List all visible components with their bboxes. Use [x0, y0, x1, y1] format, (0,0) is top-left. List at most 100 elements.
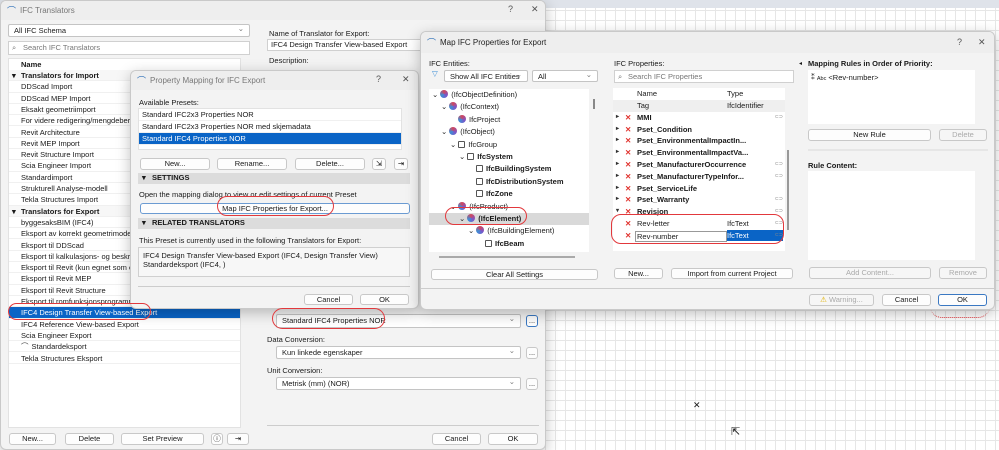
preset-item[interactable]: Standard IFC2x3 Properties NOR med skjem…	[139, 121, 401, 133]
close-button[interactable]: ✕	[402, 74, 410, 85]
delete-mark-icon[interactable]: ✕	[625, 159, 631, 170]
help-button[interactable]: ?	[376, 74, 381, 84]
expand-arrow-icon[interactable]: ▸	[616, 124, 619, 135]
delete-mark-icon[interactable]: ✕	[625, 183, 631, 194]
property-mapping-more-button[interactable]: ...	[526, 315, 538, 327]
translator-list-item[interactable]: Scia Engineer Export	[9, 330, 240, 342]
expand-arrow-icon[interactable]: ▸	[616, 183, 619, 194]
related-translators-header[interactable]: RELATED TRANSLATORS	[138, 218, 410, 229]
delete-translator-button[interactable]: Delete	[65, 433, 114, 445]
data-conversion-select[interactable]: Kun linkede egenskaper	[276, 346, 521, 359]
new-rule-button[interactable]: New Rule	[808, 129, 931, 141]
properties-table[interactable]: Name Type Tag IfcIdentifier ▸ ✕ MMI ⊂⊃ ▸ ✕ Pset_…	[613, 88, 785, 251]
delete-mark-icon[interactable]: ✕	[625, 206, 631, 217]
translator-list-item[interactable]: IFC4 Reference View-based Export	[9, 319, 240, 330]
properties-scrollbar[interactable]	[787, 150, 789, 230]
info-icon[interactable]: ⓘ	[211, 433, 223, 445]
ok-button[interactable]: OK	[360, 294, 409, 305]
column-header-name[interactable]: Name	[21, 60, 41, 69]
delete-mark-icon[interactable]: ✕	[625, 218, 631, 229]
expand-arrow-icon[interactable]: ▸	[616, 171, 619, 182]
property-row[interactable]: ✕ Rev-number IfcText ⊂⊃	[613, 229, 785, 242]
data-conversion-more-button[interactable]: ...	[526, 347, 538, 359]
chevron-down-icon[interactable]: ⌄	[468, 226, 474, 235]
cancel-button[interactable]: Cancel	[432, 433, 481, 445]
property-row[interactable]: ▸ ✕ Pset_Condition	[613, 124, 785, 136]
expand-arrow-icon[interactable]: ▸	[616, 112, 619, 123]
delete-mark-icon[interactable]: ✕	[625, 135, 631, 146]
property-row[interactable]: Tag IfcIdentifier	[613, 100, 785, 112]
ok-button[interactable]: OK	[938, 294, 987, 306]
entity-scope-select[interactable]: All	[532, 70, 598, 82]
cancel-button[interactable]: Cancel	[882, 294, 931, 306]
collapse-arrow-icon[interactable]: ▾	[616, 206, 619, 217]
tree-node[interactable]: ⌄ (IfcObjectDefinition)	[429, 89, 517, 101]
delete-mark-icon[interactable]: ✕	[625, 194, 631, 205]
delete-mark-icon[interactable]: ✕	[625, 171, 631, 182]
map-ifc-properties-button[interactable]: Map IFC Properties for Export...	[140, 203, 410, 214]
collapse-arrow-icon[interactable]: ◂	[799, 60, 802, 67]
chevron-down-icon[interactable]: ⌄	[459, 152, 465, 161]
export-preset-icon[interactable]: ⇥	[394, 158, 408, 170]
new-property-button[interactable]: New...	[614, 268, 663, 279]
tree-scrollbar[interactable]	[593, 99, 595, 109]
delete-mark-icon[interactable]: ✕	[625, 230, 631, 241]
tree-node[interactable]: IfcZone	[429, 188, 513, 200]
schema-select[interactable]: All IFC Schema	[8, 24, 250, 37]
chevron-down-icon[interactable]: ⌄	[432, 90, 438, 99]
property-row[interactable]: ✕ Rev-letter IfcText ⊂⊃	[613, 218, 785, 230]
rule-content-box[interactable]	[808, 171, 975, 260]
chevron-down-icon[interactable]: ⌄	[441, 127, 447, 136]
translator-list-item[interactable]: ⌒ Standardeksport	[9, 341, 240, 353]
expand-arrow-icon[interactable]: ▸	[616, 194, 619, 205]
new-preset-button[interactable]: New...	[140, 158, 210, 170]
expand-arrow-icon[interactable]: ▸	[616, 147, 619, 158]
property-row[interactable]: ▸ ✕ MMI ⊂⊃	[613, 112, 785, 124]
property-row[interactable]: ▾ ✕ Revisjon ⊂⊃	[613, 206, 785, 218]
tree-node[interactable]: ⌄ (IfcContext)	[429, 101, 499, 113]
property-mapping-select[interactable]: Standard IFC4 Properties NOR	[276, 314, 521, 328]
ok-button[interactable]: OK	[488, 433, 538, 445]
entity-tree[interactable]: ⌄ (IfcObjectDefinition) ⌄ (IfcContext) IfcPr…	[429, 89, 589, 252]
preset-list[interactable]: Standard IFC2x3 Properties NOR Standard I…	[138, 108, 402, 150]
expand-arrow-icon[interactable]: ▸	[616, 135, 619, 146]
close-button[interactable]: ✕	[978, 37, 986, 48]
tree-hscrollbar[interactable]	[439, 256, 575, 258]
mapping-rules-list[interactable]: ⁑ Abc <Rev-number>	[808, 70, 975, 124]
tree-node[interactable]: IfcDistributionSystem	[429, 176, 564, 188]
help-button[interactable]: ?	[957, 37, 962, 47]
settings-section-header[interactable]: SETTINGS	[138, 173, 410, 184]
import-from-project-button[interactable]: Import from current Project	[671, 268, 793, 279]
column-header-type[interactable]: Type	[727, 89, 743, 98]
unit-conversion-more-button[interactable]: ...	[526, 378, 538, 390]
property-row[interactable]: ▸ ✕ Pset_ManufacturerOccurrence ⊂⊃	[613, 159, 785, 171]
tree-node[interactable]: ⌄ (IfcObject)	[429, 126, 495, 138]
property-row[interactable]: ▸ ✕ Pset_EnvironmentalImpactIn...	[613, 135, 785, 147]
chevron-down-icon[interactable]: ⌄	[441, 102, 447, 111]
tree-node[interactable]: IfcBeam	[429, 238, 524, 250]
property-row[interactable]: ▸ ✕ Pset_EnvironmentalImpactVa...	[613, 147, 785, 159]
delete-mark-icon[interactable]: ✕	[625, 112, 631, 123]
rename-preset-button[interactable]: Rename...	[217, 158, 287, 170]
property-row[interactable]: ▸ ✕ Pset_ServiceLife	[613, 183, 785, 195]
delete-mark-icon[interactable]: ✕	[625, 124, 631, 135]
import-preset-icon[interactable]: ⇲	[372, 158, 386, 170]
delete-rule-button[interactable]: Delete	[939, 129, 987, 141]
translator-list-item[interactable]: Tekla Structures Eksport	[9, 353, 240, 364]
cancel-button[interactable]: Cancel	[304, 294, 353, 305]
chevron-down-icon[interactable]: ⌄	[450, 202, 456, 211]
unit-conversion-select[interactable]: Metrisk (mm) (NOR)	[276, 377, 521, 390]
tree-node[interactable]: IfcBuildingSystem	[429, 163, 551, 175]
preset-item[interactable]: Standard IFC2x3 Properties NOR	[139, 109, 401, 121]
tree-node[interactable]: ⌄ (IfcProduct)	[429, 201, 508, 213]
set-preview-button[interactable]: Set Preview	[121, 433, 204, 445]
tree-node[interactable]: ⌄ IfcSystem	[429, 151, 513, 163]
tree-node[interactable]: ⌄ (IfcElement)	[429, 213, 589, 226]
tree-node[interactable]: ⌄ IfcGroup	[429, 139, 497, 151]
drag-handle-icon[interactable]: ⁑	[811, 73, 815, 82]
rule-item[interactable]: ⁑ Abc <Rev-number>	[811, 73, 878, 82]
property-row[interactable]: ▸ ✕ Pset_Warranty ⊂⊃	[613, 194, 785, 206]
close-button[interactable]: ✕	[531, 4, 539, 15]
tree-node[interactable]: IfcProject	[429, 114, 500, 126]
add-content-button[interactable]: Add Content...	[809, 267, 931, 279]
